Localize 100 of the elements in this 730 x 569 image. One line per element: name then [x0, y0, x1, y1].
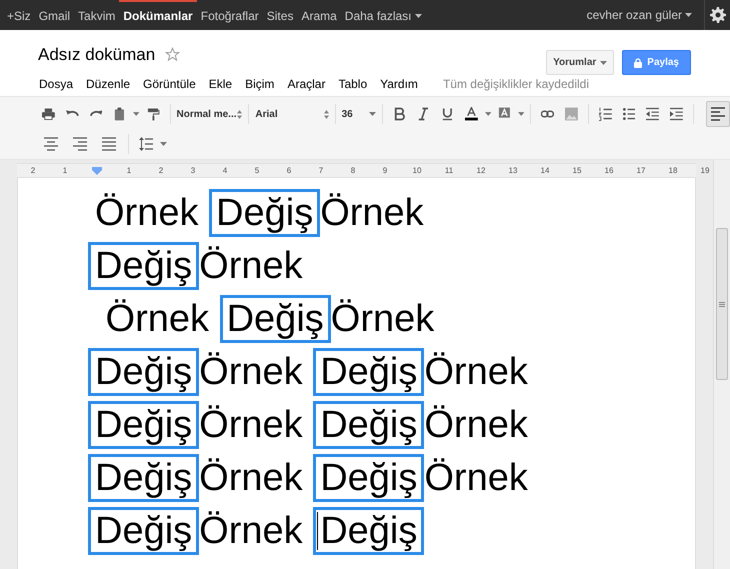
ruler-number: 4 [222, 164, 228, 176]
document-text: Örnek [424, 456, 528, 498]
bold-icon[interactable] [393, 107, 406, 121]
save-status: Tüm değişiklikler kaydedildi [442, 76, 589, 93]
ruler-number: 5 [254, 164, 260, 176]
nav-link[interactable]: Gmail [34, 0, 74, 30]
grip-icon [719, 302, 725, 306]
highlighted-word: Değiş [220, 294, 331, 342]
nav-link[interactable]: Dokümanlar [119, 0, 197, 30]
document-text: Örnek [199, 456, 304, 498]
underline-icon[interactable] [441, 107, 454, 121]
highlighted-word: Değiş [88, 454, 200, 502]
lock-icon [634, 58, 642, 68]
menu-item[interactable]: Görüntüle [143, 75, 196, 93]
highlighted-word: Değiş [313, 400, 424, 448]
nav-link[interactable]: +Siz [3, 0, 35, 30]
document-text: Örnek [95, 192, 200, 234]
highlighted-word: Değiş [88, 242, 200, 290]
menu-item[interactable]: Düzenle [86, 75, 130, 93]
highlighted-word: Değiş [313, 454, 424, 502]
nav-link[interactable]: Sites [262, 0, 298, 30]
ruler-number: 17 [636, 164, 646, 176]
menu-item[interactable]: Yardım [380, 75, 418, 93]
document-text: Örnek [199, 350, 304, 392]
numbered-list-icon[interactable] [598, 107, 612, 121]
menu-item[interactable]: Biçim [245, 75, 274, 93]
align-left-button[interactable] [706, 101, 730, 127]
print-icon[interactable] [42, 107, 55, 121]
scrollbar-thumb[interactable] [716, 228, 728, 380]
document-text: Örnek [104, 298, 210, 340]
document-text: Örnek [330, 298, 434, 340]
caret-icon [600, 60, 608, 64]
menu-item[interactable]: Tablo [338, 75, 368, 93]
highlighted-word: Değiş [313, 348, 424, 396]
ruler-number: 19 [700, 164, 710, 176]
highlighted-word: Değiş [209, 188, 320, 236]
stepper-icon [237, 110, 242, 118]
ruler-number: 14 [540, 164, 550, 176]
text-color-icon[interactable] [464, 107, 478, 121]
ruler-number: 11 [444, 164, 454, 176]
paint-roller-icon[interactable] [146, 107, 160, 121]
style-dropdown[interactable]: Normal me... [176, 106, 242, 122]
ruler-number: 15 [572, 164, 582, 176]
align-left-icon [711, 107, 726, 121]
menu-item[interactable]: Araçlar [287, 75, 326, 93]
bulleted-list-icon[interactable] [622, 107, 636, 121]
ruler-number: 18 [668, 164, 678, 176]
menu-item[interactable]: Ekle [208, 75, 232, 93]
document-title[interactable]: Adsız doküman [38, 42, 156, 68]
ruler-number: 1 [62, 164, 68, 176]
decrease-indent-icon[interactable] [646, 107, 660, 121]
stepper-icon [324, 110, 329, 118]
nav-link[interactable]: Takvim [74, 0, 120, 30]
italic-icon[interactable] [417, 107, 430, 121]
nav-link[interactable]: Arama [297, 0, 341, 30]
highlighted-word: Değiş [88, 506, 200, 554]
ruler-number: 1 [126, 164, 132, 176]
document-text: Örnek [424, 404, 528, 446]
ruler-number: 2 [158, 164, 164, 176]
document-text: Örnek [320, 192, 424, 234]
ruler-number: 9 [382, 164, 388, 176]
align-justify-icon [102, 137, 116, 151]
ruler-number: 10 [412, 164, 422, 176]
settings-icon[interactable] [710, 7, 726, 23]
align-right-icon [73, 137, 87, 151]
account-menu[interactable]: cevher ozan güler [586, 6, 704, 24]
highlighted-word: Değiş [313, 506, 424, 554]
clipboard-icon[interactable] [113, 107, 126, 121]
line-spacing-icon[interactable] [139, 137, 153, 151]
caret-icon [685, 13, 692, 17]
document-text: Örnek [199, 244, 303, 286]
highlighted-word: Değiş [88, 400, 200, 448]
document-text: Örnek [199, 404, 304, 446]
ruler-number: 13 [508, 164, 518, 176]
highlighted-word: Değiş [88, 348, 200, 396]
ruler-number: 2 [30, 164, 36, 176]
font-dropdown[interactable]: Arial [255, 106, 329, 122]
nav-link[interactable]: Daha fazlası [340, 0, 426, 30]
font-size-dropdown[interactable]: 36 [342, 106, 376, 122]
nav-link[interactable]: Fotoğraflar [196, 0, 263, 30]
increase-indent-icon[interactable] [670, 107, 684, 121]
ruler-number: 3 [190, 164, 196, 176]
ruler-number: 7 [318, 164, 324, 176]
scrollbar[interactable] [713, 160, 730, 569]
ruler-number: 8 [350, 164, 356, 176]
ruler-number: 6 [286, 164, 292, 176]
menu-item[interactable]: Dosya [39, 75, 74, 93]
caret-icon [160, 142, 167, 146]
caret-icon [369, 112, 376, 116]
align-center-icon [44, 137, 58, 151]
document-text: Örnek [199, 510, 304, 552]
ruler-number: 16 [604, 164, 614, 176]
indent-marker-icon[interactable] [92, 166, 102, 174]
star-icon[interactable] [165, 47, 180, 62]
caret-icon [484, 112, 492, 116]
document-text: Örnek [424, 350, 528, 392]
caret-icon [518, 112, 524, 116]
ruler-number: 12 [476, 164, 486, 176]
comments-button[interactable]: Yorumlar [546, 50, 614, 75]
caret-icon [133, 112, 140, 116]
